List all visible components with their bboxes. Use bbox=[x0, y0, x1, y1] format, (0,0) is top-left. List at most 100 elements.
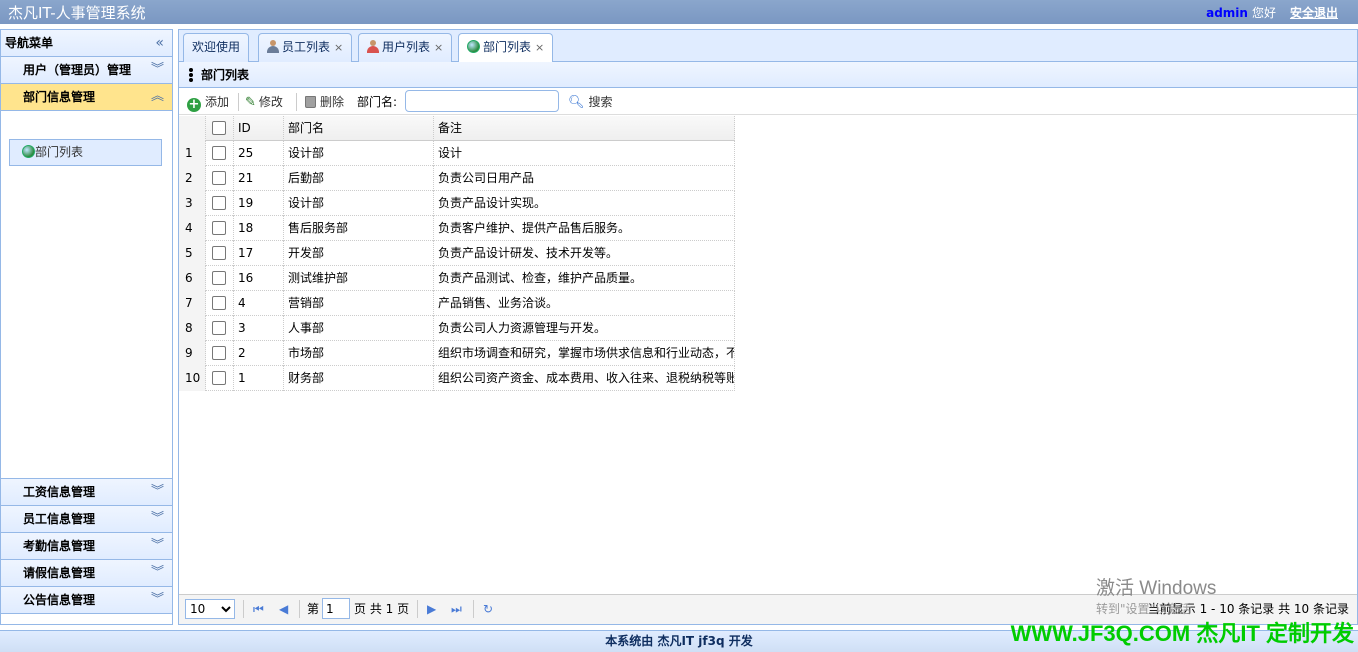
current-user: admin bbox=[1206, 6, 1248, 20]
row-checkbox[interactable] bbox=[206, 191, 234, 216]
row-checkbox[interactable] bbox=[206, 366, 234, 391]
close-icon[interactable]: × bbox=[334, 41, 343, 54]
next-page-icon[interactable]: ▶ bbox=[427, 601, 436, 617]
column-header-id[interactable]: ID bbox=[234, 116, 284, 141]
table-row[interactable]: 8 3 人事部 负责公司人力资源管理与开发。 bbox=[179, 316, 735, 341]
nav-section-notice[interactable]: 公告信息管理 ︾ bbox=[1, 587, 172, 614]
search-icon: 🔍︎ bbox=[568, 95, 585, 110]
checkbox[interactable] bbox=[212, 321, 226, 335]
page-size-select[interactable]: 10 bbox=[185, 599, 235, 619]
checkbox[interactable] bbox=[212, 296, 226, 310]
add-button[interactable]: + 添加 bbox=[187, 93, 229, 112]
sidebar: 导航菜单 « 用户（管理员）管理 ︾ 部门信息管理 ︽ 部门列表 工资信息管理 … bbox=[0, 29, 173, 625]
panel-title-text: 部门列表 bbox=[201, 68, 250, 82]
table-row[interactable]: 2 21 后勤部 负责公司日用产品 bbox=[179, 166, 735, 191]
windows-activation-title: 激活 Windows bbox=[1096, 578, 1217, 599]
tab-department-list[interactable]: 部门列表 × bbox=[458, 33, 554, 63]
nav-section-department-body: 部门列表 bbox=[1, 111, 172, 479]
row-number: 9 bbox=[179, 341, 206, 366]
prev-page-icon[interactable]: ◀ bbox=[279, 601, 288, 617]
table-row[interactable]: 7 4 营销部 产品销售、业务洽谈。 bbox=[179, 291, 735, 316]
table-row[interactable]: 6 16 测试维护部 负责产品测试、检查，维护产品质量。 bbox=[179, 266, 735, 291]
chevron-down-icon[interactable]: ︾ bbox=[151, 533, 164, 559]
nav-section-attendance[interactable]: 考勤信息管理 ︾ bbox=[1, 533, 172, 560]
page-number-input[interactable] bbox=[322, 598, 350, 619]
row-number: 8 bbox=[179, 316, 206, 341]
tab-label: 欢迎使用 bbox=[192, 40, 241, 54]
person-icon bbox=[367, 40, 379, 53]
brand-watermark: WWW.JF3Q.COM 杰凡IT 定制开发 bbox=[1010, 621, 1354, 646]
delete-label: 删除 bbox=[320, 95, 345, 109]
last-page-icon[interactable]: ⏭ bbox=[451, 601, 462, 617]
chevron-down-icon[interactable]: ︾ bbox=[151, 587, 164, 613]
table-row[interactable]: 1 25 设计部 设计 bbox=[179, 141, 735, 166]
column-header-note[interactable]: 备注 bbox=[434, 116, 735, 141]
department-grid: ID 部门名 备注 1 25 设计部 设计 2 21 后勤部 负责公司日用产品 … bbox=[179, 116, 735, 391]
tab-user-list[interactable]: 用户列表 × bbox=[358, 33, 453, 62]
row-checkbox[interactable] bbox=[206, 166, 234, 191]
cell-note: 负责产品设计实现。 bbox=[434, 191, 735, 216]
checkbox[interactable] bbox=[212, 121, 226, 135]
cell-note: 负责公司人力资源管理与开发。 bbox=[434, 316, 735, 341]
checkbox[interactable] bbox=[212, 271, 226, 285]
panel-menu-icon bbox=[189, 68, 193, 82]
chevron-down-icon[interactable]: ︾ bbox=[151, 560, 164, 586]
row-checkbox[interactable] bbox=[206, 316, 234, 341]
chevron-down-icon[interactable]: ︾ bbox=[151, 57, 164, 83]
pager-divider bbox=[299, 600, 300, 618]
trash-icon bbox=[305, 96, 316, 108]
collapse-sidebar-icon[interactable]: « bbox=[155, 30, 164, 57]
chevron-down-icon[interactable]: ︾ bbox=[151, 479, 164, 505]
checkbox[interactable] bbox=[212, 246, 226, 260]
table-row[interactable]: 5 17 开发部 负责产品设计研发、技术开发等。 bbox=[179, 241, 735, 266]
edit-button[interactable]: ✎ 修改 bbox=[245, 93, 283, 111]
logout-link[interactable]: 安全退出 bbox=[1290, 6, 1338, 20]
checkbox[interactable] bbox=[212, 146, 226, 160]
delete-button[interactable]: 删除 bbox=[305, 93, 344, 111]
row-number: 5 bbox=[179, 241, 206, 266]
checkbox[interactable] bbox=[212, 196, 226, 210]
select-all-checkbox[interactable] bbox=[206, 116, 234, 141]
chevron-down-icon[interactable]: ︾ bbox=[151, 506, 164, 532]
table-row[interactable]: 10 1 财务部 组织公司资产资金、成本费用、收入往来、退税纳税等账 bbox=[179, 366, 735, 391]
header-user-area: admin 您好 安全退出 bbox=[1206, 4, 1338, 21]
cell-note: 负责公司日用产品 bbox=[434, 166, 735, 191]
sidebar-item-department-list[interactable]: 部门列表 bbox=[9, 139, 162, 166]
pager-divider bbox=[243, 600, 244, 618]
globe-icon bbox=[22, 145, 35, 158]
checkbox[interactable] bbox=[212, 346, 226, 360]
tab-employee-list[interactable]: 员工列表 × bbox=[258, 33, 353, 62]
checkbox[interactable] bbox=[212, 171, 226, 185]
first-page-icon[interactable]: ⏮ bbox=[253, 601, 264, 617]
close-icon[interactable]: × bbox=[434, 41, 443, 54]
row-checkbox[interactable] bbox=[206, 266, 234, 291]
row-checkbox[interactable] bbox=[206, 241, 234, 266]
table-row[interactable]: 3 19 设计部 负责产品设计实现。 bbox=[179, 191, 735, 216]
row-checkbox[interactable] bbox=[206, 341, 234, 366]
row-checkbox[interactable] bbox=[206, 141, 234, 166]
tab-label: 部门列表 bbox=[483, 40, 532, 54]
table-row[interactable]: 9 2 市场部 组织市场调查和研究，掌握市场供求信息和行业动态，不 bbox=[179, 341, 735, 366]
chevron-up-icon[interactable]: ︽ bbox=[151, 84, 164, 110]
checkbox[interactable] bbox=[212, 371, 226, 385]
nav-section-leave[interactable]: 请假信息管理 ︾ bbox=[1, 560, 172, 587]
nav-section-employee[interactable]: 员工信息管理 ︾ bbox=[1, 506, 172, 533]
table-row[interactable]: 4 18 售后服务部 负责客户维护、提供产品售后服务。 bbox=[179, 216, 735, 241]
column-header-name[interactable]: 部门名 bbox=[284, 116, 434, 141]
refresh-icon[interactable]: ↻ bbox=[483, 601, 493, 617]
nav-section-salary[interactable]: 工资信息管理 ︾ bbox=[1, 479, 172, 506]
sidebar-title: 导航菜单 bbox=[5, 36, 54, 50]
globe-icon bbox=[467, 40, 480, 53]
row-checkbox[interactable] bbox=[206, 216, 234, 241]
nav-section-department[interactable]: 部门信息管理 ︽ bbox=[1, 84, 172, 111]
search-button[interactable]: 🔍︎ 搜索 bbox=[568, 93, 613, 111]
row-checkbox[interactable] bbox=[206, 291, 234, 316]
nav-section-user-admin[interactable]: 用户（管理员）管理 ︾ bbox=[1, 57, 172, 84]
close-icon[interactable]: × bbox=[535, 41, 544, 54]
cell-id: 3 bbox=[234, 316, 284, 341]
checkbox[interactable] bbox=[212, 221, 226, 235]
tab-welcome[interactable]: 欢迎使用 bbox=[183, 33, 250, 62]
department-search-input[interactable] bbox=[405, 90, 559, 112]
cell-id: 25 bbox=[234, 141, 284, 166]
cell-name: 设计部 bbox=[284, 191, 434, 216]
